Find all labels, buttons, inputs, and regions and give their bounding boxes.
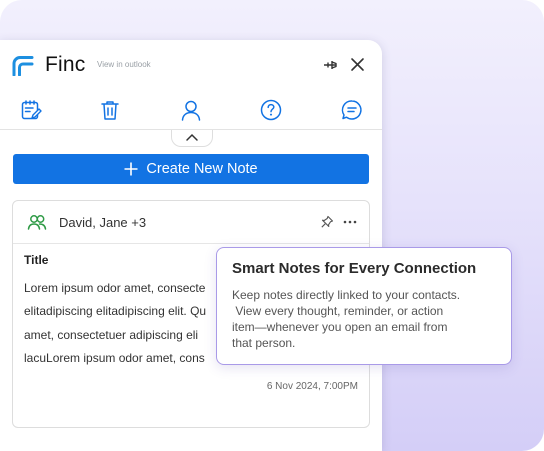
- calendar-notes-icon[interactable]: [20, 99, 42, 121]
- tooltip-line: that person.: [232, 336, 296, 350]
- tooltip-line: item—whenever you open an email from: [232, 320, 448, 334]
- note-pin-icon[interactable]: [320, 215, 334, 229]
- note-body-line: amet, consectetuer adipiscing eli: [24, 327, 199, 342]
- note-body-line: lacuLorem ipsum odor amet, cons: [24, 350, 205, 365]
- collapse-toggle[interactable]: [171, 130, 213, 147]
- add-in-panel: Finc View in outlook Create New Note Dav…: [0, 40, 382, 451]
- trash-icon[interactable]: [99, 99, 121, 121]
- logo-icon: [12, 56, 34, 76]
- help-icon[interactable]: [260, 99, 282, 121]
- tooltip-line: View every thought, reminder, or action: [232, 304, 444, 318]
- tooltip-description: Keep notes directly linked to your conta…: [232, 287, 502, 351]
- close-icon[interactable]: [349, 56, 366, 73]
- note-title: Title: [24, 253, 49, 267]
- note-body-line: Lorem ipsum odor amet, consecte: [24, 281, 206, 295]
- chat-icon[interactable]: [341, 99, 363, 121]
- tooltip-line: Keep notes directly linked to your conta…: [232, 288, 461, 302]
- contacts-group-icon: [27, 215, 47, 230]
- plus-icon: [124, 162, 138, 176]
- chevron-up-icon: [186, 133, 198, 141]
- create-new-note-label: Create New Note: [146, 161, 258, 177]
- create-new-note-button[interactable]: Create New Note: [13, 154, 369, 184]
- app-title: Finc: [45, 53, 86, 76]
- note-header: David, Jane +3: [13, 201, 369, 244]
- note-date: 6 Nov 2024, 7:00PM: [266, 381, 358, 392]
- note-contacts: David, Jane +3: [59, 215, 147, 230]
- user-icon[interactable]: [180, 99, 202, 121]
- more-options-icon[interactable]: [343, 220, 357, 224]
- tooltip-title: Smart Notes for Every Connection: [232, 260, 477, 277]
- note-body: Lorem ipsum odor amet, consecte elitadip…: [24, 277, 229, 373]
- view-in-outlook-link[interactable]: View in outlook: [97, 60, 151, 69]
- note-body-line: elitadipiscing elitadipiscing elit. Qu: [24, 304, 207, 319]
- feature-tooltip: Smart Notes for Every Connection Keep no…: [216, 247, 512, 365]
- pin-icon[interactable]: [321, 56, 339, 74]
